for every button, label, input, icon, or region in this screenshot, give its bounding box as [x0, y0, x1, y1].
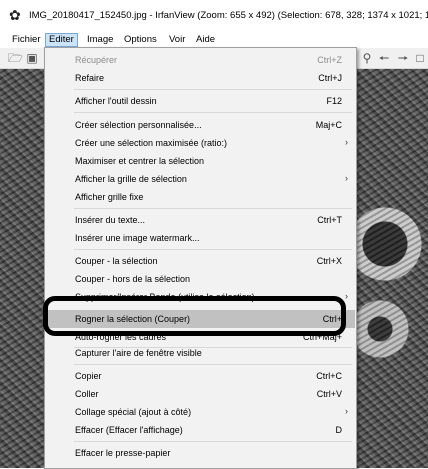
irfanview-cat-icon: ✿ [9, 7, 21, 23]
window-title: IMG_20180417_152450.jpg - IrfanView (Zoo… [29, 10, 428, 21]
menu-item-capturer-aire[interactable]: Capturer l'aire de fenêtre visible [46, 344, 355, 362]
menu-item-label: Coller [75, 389, 99, 399]
menu-item-label: Insérer une image watermark... [75, 233, 200, 243]
menu-item-label: Refaire [75, 73, 105, 83]
menu-item-couper-hors-selection[interactable]: Couper - hors de la sélection [46, 270, 355, 288]
menu-separator [74, 364, 352, 365]
menu-voir[interactable]: Voir [166, 34, 188, 46]
page-icon[interactable]: □ [413, 51, 427, 65]
menu-item-coller[interactable]: Coller Ctrl+V [46, 385, 355, 403]
menu-item-label: Effacer (Effacer l'affichage) [75, 425, 183, 435]
menu-item-shortcut: Maj+C [315, 120, 342, 130]
menu-item-inserer-texte[interactable]: Insérer du texte... Ctrl+T [46, 211, 355, 229]
menu-item-label: Collage spécial (ajout à côté) [75, 407, 192, 417]
menu-separator [74, 112, 352, 113]
menu-item-copier[interactable]: Copier Ctrl+C [46, 367, 355, 385]
menu-separator [74, 249, 352, 250]
save-icon[interactable]: ▣ [25, 51, 39, 65]
menu-item-shortcut: Ctrl+J [318, 73, 342, 83]
menu-aide[interactable]: Aide [193, 34, 218, 46]
menu-item-creer-selection-personnalisee[interactable]: Créer sélection personnalisée... Maj+C [46, 116, 355, 134]
menu-item-recuperer: Récupérer Ctrl+Z [46, 51, 355, 69]
arrow-left-icon[interactable]: 🠔 [377, 51, 391, 65]
open-folder-icon[interactable]: 🗁 [8, 51, 23, 65]
menu-item-label: Copier [75, 371, 102, 381]
menu-item-couper-selection[interactable]: Couper - la sélection Ctrl+X [46, 252, 355, 270]
menu-item-label: Afficher l'outil dessin [75, 96, 157, 106]
menu-separator [74, 441, 352, 442]
menu-item-inserer-watermark[interactable]: Insérer une image watermark... [46, 229, 355, 247]
zoom-icon[interactable]: ⚲ [360, 51, 374, 65]
menu-item-afficher-grille-selection[interactable]: Afficher la grille de sélection › [46, 170, 355, 188]
menu-item-label: Effacer le presse-papier [75, 448, 171, 458]
menu-item-shortcut: D [335, 425, 343, 435]
menu-item-label: Maximiser et centrer la sélection [75, 156, 205, 166]
edit-menu-dropdown: Récupérer Ctrl+Z Refaire Ctrl+J Afficher… [44, 47, 357, 469]
menu-item-label: Afficher grille fixe [75, 192, 144, 202]
menu-options[interactable]: Options [121, 34, 160, 46]
arrow-right-icon[interactable]: 🠖 [396, 51, 410, 65]
menu-separator [74, 208, 352, 209]
submenu-arrow-icon: › [345, 406, 348, 416]
menu-item-effacer-presse-papier[interactable]: Effacer le presse-papier [46, 444, 355, 462]
menu-separator [74, 89, 352, 90]
menu-editer[interactable]: Editer [45, 33, 78, 47]
menu-item-label: Afficher la grille de sélection [75, 174, 187, 184]
menu-item-afficher-grille-fixe[interactable]: Afficher grille fixe [46, 188, 355, 206]
menu-image[interactable]: Image [84, 34, 116, 46]
menu-item-creer-selection-maximisee[interactable]: Créer une sélection maximisée (ratio:) › [46, 134, 355, 152]
menu-item-shortcut: Ctrl+Z [317, 55, 342, 65]
submenu-arrow-icon: › [345, 137, 348, 147]
submenu-arrow-icon: › [345, 291, 348, 301]
menu-item-shortcut: Ctrl+X [316, 256, 342, 266]
menu-item-refaire[interactable]: Refaire Ctrl+J [46, 69, 355, 87]
menu-item-label: Récupérer [75, 55, 118, 65]
menu-item-label: Capturer l'aire de fenêtre visible [75, 348, 202, 358]
title-bar: ✿ IMG_20180417_152450.jpg - IrfanView (Z… [0, 0, 428, 30]
submenu-arrow-icon: › [345, 173, 348, 183]
menu-item-shortcut: Ctrl+C [316, 371, 342, 381]
annotation-highlight-box [43, 296, 346, 336]
menu-bar: Fichier Editer Image Options Voir Aide [0, 33, 428, 47]
menu-item-collage-special[interactable]: Collage spécial (ajout à côté) › [46, 403, 355, 421]
menu-fichier[interactable]: Fichier [9, 34, 44, 46]
menu-item-label: Couper - la sélection [75, 256, 158, 266]
menu-item-label: Insérer du texte... [75, 215, 146, 225]
menu-item-maximiser-centrer[interactable]: Maximiser et centrer la sélection [46, 152, 355, 170]
menu-item-afficher-outil-dessin[interactable]: Afficher l'outil dessin F12 [46, 92, 355, 110]
menu-item-shortcut: Ctrl+T [317, 215, 342, 225]
menu-item-label: Créer une sélection maximisée (ratio:) [75, 138, 228, 148]
menu-item-effacer[interactable]: Effacer (Effacer l'affichage) D [46, 421, 355, 439]
menu-item-label: Couper - hors de la sélection [75, 274, 191, 284]
menu-item-shortcut: F12 [326, 96, 342, 106]
menu-item-shortcut: Ctrl+V [316, 389, 342, 399]
menu-item-label: Créer sélection personnalisée... [75, 120, 202, 130]
